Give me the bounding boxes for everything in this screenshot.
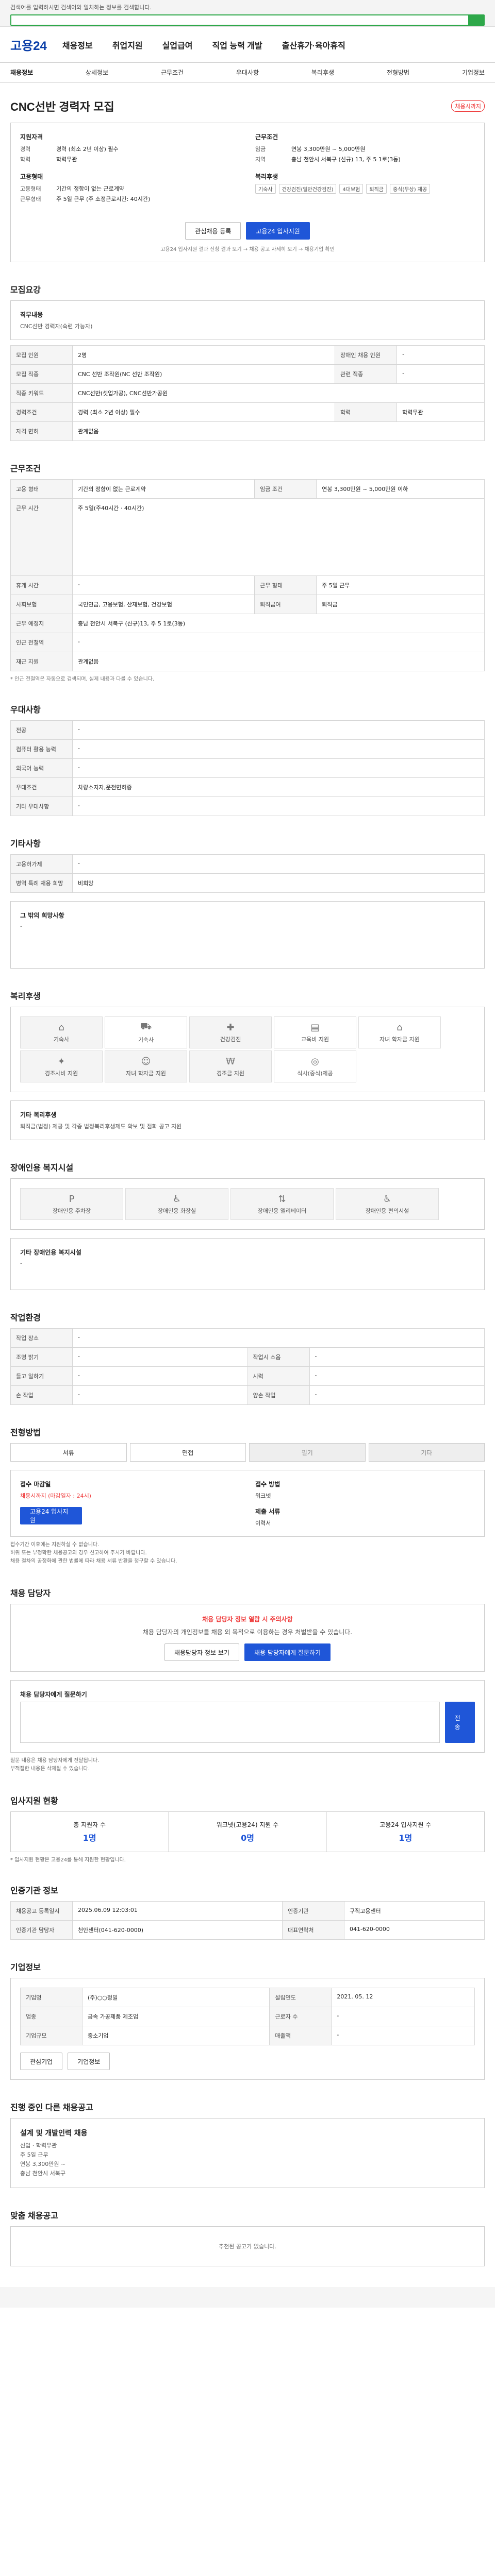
summary-box: 지원자격 경력 경력 (최소 2년 이상) 필수 학력 학력무관 고용형태 고용형태…: [10, 123, 485, 262]
child-icon: ☺: [141, 1056, 151, 1067]
view-contact-button[interactable]: 채용담당자 정보 보기: [164, 1643, 239, 1661]
site-logo[interactable]: 고용24: [10, 36, 47, 54]
group-title: 복리후생: [255, 173, 278, 180]
nav-item[interactable]: 채용정보: [62, 39, 93, 51]
parking-icon: P: [69, 1193, 75, 1205]
job-desc-box: 직무내용 CNC선반 경력자(숙련 가능자): [10, 300, 485, 340]
preferred-table: 전공 - 컴퓨터 활용 능력 - 외국어 능력 - 우대조건 차량소지자,운전면허증 기…: [10, 720, 485, 816]
nav-item[interactable]: 실업급여: [162, 39, 193, 51]
nav-item[interactable]: 직업 능력 개발: [212, 39, 262, 51]
nav-item[interactable]: 출산휴가·육아휴직: [282, 39, 345, 51]
welfare-other-box: 기타 복리후생 퇴직금(법정) 제공 및 각종 법정복리후생제도 확보 및 점화…: [10, 1100, 485, 1140]
global-nav: 채용정보 취업지원 실업급여 직업 능력 개발 출산휴가·육아휴직: [62, 39, 345, 51]
welfare-cell: ☺ 자녀 학자금 지원: [105, 1050, 187, 1082]
section-title: 전형방법: [10, 1429, 41, 1437]
recommend-empty: 추천된 공고가 없습니다.: [10, 2226, 485, 2266]
section-title: 기타사항: [10, 840, 41, 849]
search-topbar: 검색어를 입력하시면 검색어와 일치하는 정보를 검색합니다.: [0, 0, 495, 27]
company-info-button[interactable]: 기업정보: [68, 2053, 110, 2070]
gift-icon: ✦: [57, 1056, 65, 1067]
money-icon: ₩: [226, 1056, 235, 1067]
welfare-cell: ◎ 식사(중식)제공: [274, 1050, 356, 1082]
book-icon: ▤: [310, 1022, 320, 1033]
welfare-cell: ✚ 건강검진: [189, 1016, 272, 1048]
send-button[interactable]: 전송: [444, 1702, 475, 1743]
tab-item[interactable]: 전형방법: [387, 68, 409, 77]
section-title: 기업정보: [10, 1963, 41, 1972]
info-table: 채용공고 등록일시 2025.06.09 12:03:01 인증기관 구직고용센터 인…: [10, 1901, 485, 1940]
site-header: 고용24 채용정보 취업지원 실업급여 직업 능력 개발 출산휴가·육아휴직: [0, 27, 495, 63]
welfare-cell: ▤ 교육비 지원: [274, 1016, 356, 1048]
car-icon: ⛟: [140, 1021, 152, 1032]
elevator-icon: ⇅: [278, 1193, 286, 1205]
welfare-tag: 기숙사: [255, 184, 276, 194]
section-tabs: 채용정보 상세정보 근무조건 우대사항 복리후생 전형방법 기업정보: [0, 63, 495, 82]
company-box: 기업명 (주)○○정밀 설립연도 2021. 05. 12 업종 금속 가공제품 제조업…: [10, 1978, 485, 2080]
ask-contact-button[interactable]: 채용 담당자에게 질문하기: [244, 1643, 331, 1661]
facility-icon: ♿: [383, 1193, 392, 1205]
welfare-cell: ₩ 경조금 지원: [189, 1050, 272, 1082]
bookmark-button[interactable]: 관심채용 등록: [185, 222, 241, 240]
welfare-cell: ⛟ 기숙사: [105, 1016, 187, 1048]
posting-title: CNC선반 경력자 모집: [10, 100, 114, 113]
section-title: 근무조건: [10, 465, 41, 473]
other-table: 고용허가제 - 병역 특례 채용 희망 비희망: [10, 854, 485, 893]
section-title: 입사지원 현황: [10, 1797, 58, 1806]
env-table: 작업 장소 - 조명 밝기 - 작업시 소음 - 들고 일하기 - 시력 - 손 작업 - 양손 …: [10, 1328, 485, 1405]
welfare-tag: 건강검진(일반건강검진): [278, 184, 337, 194]
section-title: 진행 중인 다른 채용공고: [10, 2104, 93, 2112]
deadline-badge: 채용시까지: [451, 100, 485, 112]
apply-button-2[interactable]: 고용24 입사지원: [20, 1507, 82, 1524]
disabled-welfare-box: P 장애인용 주차장 ♿ 장애인용 화장실 ⇅ 장애인용 엘리베이터 ♿ 장애인용 편의…: [10, 1178, 485, 1230]
group-title: 근무조건: [255, 133, 278, 141]
apply-button[interactable]: 고용24 입사지원: [246, 222, 310, 240]
cap-icon: ⌂: [397, 1022, 403, 1033]
health-icon: ✚: [226, 1022, 235, 1033]
question-textarea[interactable]: [20, 1702, 440, 1743]
welfare-tag: 4대보험: [339, 184, 364, 194]
home-icon: ⌂: [58, 1022, 64, 1033]
nav-item[interactable]: 취업지원: [112, 39, 143, 51]
conditions-table: 고용 형태 기간의 정함이 없는 근로계약 임금 조건 연봉 3,300만원 ~ 5,…: [10, 479, 485, 671]
status-counts: 총 지원자 수 1명 워크넷(고용24) 지원 수 0명 고용24 입사지원 수 1명: [10, 1811, 485, 1852]
fav-company-button[interactable]: 관심기업: [20, 2053, 63, 2070]
welfare-box: ⌂ 기숙사 ⛟ 기숙사 ✚ 건강검진 ▤ 교육비 지원 ⌂ 자녀 학자금 지원 ✦ 경조사비…: [10, 1007, 485, 1092]
contact-alert: 채용 담당자 정보 열람 시 주의사항 채용 담당자의 개인정보를 채용 외 목…: [10, 1604, 485, 1672]
tab-item[interactable]: 채용정보: [10, 68, 33, 77]
tab-item[interactable]: 상세정보: [86, 68, 108, 77]
section-title: 복리후생: [10, 992, 41, 1001]
tab-item[interactable]: 근무조건: [161, 68, 184, 77]
apply-note: 고용24 입사지원 결과 신청 결과 보기 → 채용 공고 자세히 보기 → 채…: [160, 247, 335, 252]
question-box: 채용 담당자에게 질문하기 전송: [10, 1680, 485, 1753]
page-footer: [0, 2287, 495, 2308]
process-box: 접수 마감일 채용시까지 (마감일자 : 24시) 고용24 입사지원 접수 방…: [10, 1470, 485, 1537]
tab-item[interactable]: 우대사항: [236, 68, 259, 77]
search-button[interactable]: [468, 15, 484, 25]
section-title: 장애인용 복지시설: [10, 1164, 74, 1173]
section-title: 채용 담당자: [10, 1589, 51, 1598]
tab-item[interactable]: 복리후생: [311, 68, 334, 77]
group-title: 고용형태: [20, 173, 43, 180]
search-hint: 검색어를 입력하시면 검색어와 일치하는 정보를 검색합니다.: [10, 4, 152, 11]
welfare-tag: 퇴직금: [366, 184, 387, 194]
section-title: 모집요강: [10, 286, 41, 295]
other-extra-box: 그 밖의 희망사항 -: [10, 901, 485, 969]
tab-item[interactable]: 기업정보: [462, 68, 485, 77]
welfare-tag: 중식(무상) 제공: [390, 184, 431, 194]
section-title: 인증기관 정보: [10, 1887, 58, 1895]
welfare-cell: ⌂ 자녀 학자금 지원: [358, 1016, 441, 1048]
section-title: 우대사항: [10, 706, 41, 715]
search-input[interactable]: [10, 14, 485, 26]
welfare-cell: ⌂ 기숙사: [20, 1016, 103, 1048]
similar-card[interactable]: 설계 및 개발인력 채용 신입 · 학력무관 주 5일 근무 연봉 3,300만원 …: [10, 2118, 485, 2188]
process-steps: 서류 면접 필기 기타: [10, 1443, 485, 1462]
section-title: 작업환경: [10, 1314, 41, 1323]
welfare-cell: ✦ 경조사비 지원: [20, 1050, 103, 1082]
section-title: 맞춤 채용공고: [10, 2212, 58, 2221]
meal-icon: ◎: [311, 1056, 319, 1067]
restroom-icon: ♿: [172, 1193, 182, 1205]
group-title: 지원자격: [20, 133, 43, 141]
recruit-table: 모집 인원 2명 장애인 채용 인원 - 모집 직종 CNC 선반 조작원(NC 선반 …: [10, 345, 485, 441]
